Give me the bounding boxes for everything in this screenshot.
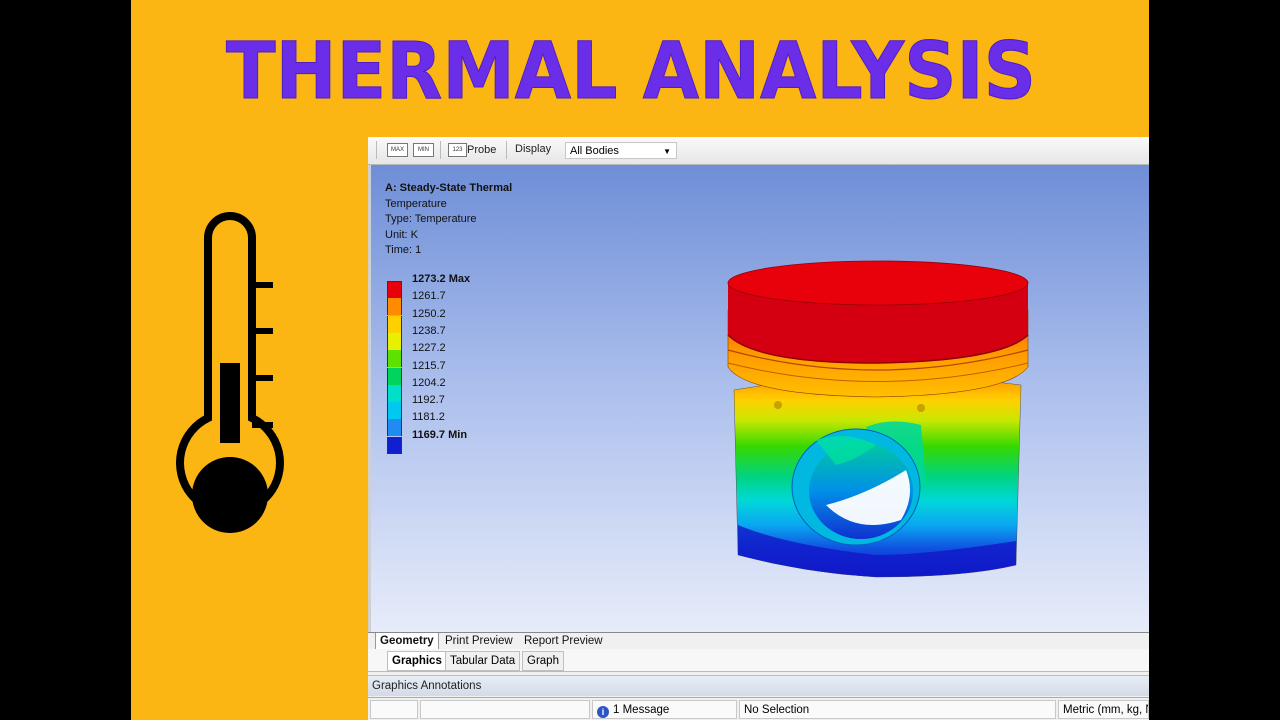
view-tabs: Geometry Print Preview Report Preview	[368, 632, 1149, 650]
legend-label[interactable]: 1215.7	[412, 360, 446, 372]
legend-label[interactable]: 1238.7	[412, 325, 446, 337]
max-toggle-button[interactable]: MAX	[387, 143, 408, 157]
legend-swatch	[387, 350, 402, 368]
piston-model[interactable]	[716, 255, 1046, 595]
display-dropdown-value: All Bodies	[570, 145, 619, 157]
legend-entry: 1273.2 Max	[387, 273, 507, 298]
legend-entry: 1227.2	[387, 342, 507, 368]
legend-swatch	[387, 384, 402, 402]
dropdown-arrow-icon: ▼	[663, 147, 671, 156]
status-bar: i 1 Message No Selection Metric (mm, kg, …	[368, 697, 1149, 720]
result-toolbar: MAX MIN 123 Probe Display All Bodies ▼	[368, 137, 1149, 165]
legend-swatch	[387, 281, 402, 298]
toolbar-separator	[440, 141, 441, 159]
legend-entry: 1192.7	[387, 394, 507, 420]
status-empty-cell	[370, 700, 418, 719]
thermometer-icon	[176, 212, 284, 533]
result-time: Time: 1	[385, 244, 422, 256]
info-icon: i	[597, 706, 609, 718]
messages-status[interactable]: i 1 Message	[592, 700, 737, 719]
legend-swatch	[387, 419, 402, 437]
status-empty-cell	[420, 700, 590, 719]
tab-print-preview[interactable]: Print Preview	[441, 633, 517, 649]
legend-entry: 1250.2	[387, 308, 507, 333]
legend-swatch	[387, 298, 402, 316]
legend-label[interactable]: 1169.7 Min	[412, 429, 467, 441]
result-type: Type: Temperature	[385, 213, 477, 225]
ansys-window: MAX MIN 123 Probe Display All Bodies ▼ A…	[368, 137, 1149, 720]
tab-report-preview[interactable]: Report Preview	[520, 633, 607, 649]
toolbar-separator	[506, 141, 507, 159]
probe-button[interactable]: Probe	[467, 142, 496, 158]
legend-entry: 1261.7	[387, 290, 507, 316]
graphics-annotations-header[interactable]: Graphics Annotations	[368, 675, 1149, 696]
min-toggle-button[interactable]: MIN	[413, 143, 434, 157]
legend-label[interactable]: 1250.2	[412, 308, 446, 320]
legend-label[interactable]: 1227.2	[412, 342, 446, 354]
display-label: Display	[515, 143, 552, 155]
legend-entry: 1215.7	[387, 360, 507, 385]
tab-graphics[interactable]: Graphics	[387, 651, 447, 671]
toolbar-separator	[376, 141, 377, 159]
legend-swatch	[387, 436, 402, 454]
tab-geometry[interactable]: Geometry	[375, 633, 439, 650]
banner-title: THERMAL ANALYSIS	[226, 27, 1037, 118]
tab-graph[interactable]: Graph	[522, 651, 564, 671]
tab-tabular-data[interactable]: Tabular Data	[445, 651, 521, 671]
graphics-viewport[interactable]: A: Steady-State Thermal Temperature Type…	[368, 165, 1149, 632]
banner-panel: THERMAL ANALYSIS MAX MIN 123 Probe Displ…	[131, 0, 1149, 720]
legend-label[interactable]: 1181.2	[412, 411, 445, 423]
messages-count: 1 Message	[613, 704, 670, 716]
legend-swatch	[387, 315, 402, 333]
legend-label[interactable]: 1273.2 Max	[412, 273, 470, 285]
analysis-title: A: Steady-State Thermal	[385, 182, 513, 194]
result-unit: Unit: K	[385, 228, 419, 241]
legend-label[interactable]: 1204.2	[412, 377, 446, 389]
legend-entry: 1169.7 Min	[387, 429, 507, 454]
legend-label[interactable]: 1261.7	[412, 290, 446, 302]
result-name: Temperature	[385, 197, 447, 210]
legend-swatch	[387, 332, 402, 350]
legend-entry: 1238.7	[387, 325, 507, 350]
display-dropdown[interactable]: All Bodies ▼	[565, 142, 677, 159]
result-info: A: Steady-State Thermal Temperature Type…	[385, 181, 512, 259]
legend-label[interactable]: 1192.7	[412, 394, 445, 406]
banner-title-text: THERMAL ANALYSIS	[226, 27, 1036, 117]
panel-tabs: Graphics Tabular Data Graph	[368, 649, 1149, 672]
selection-status: No Selection	[739, 700, 1056, 719]
units-status[interactable]: Metric (mm, kg, N	[1058, 700, 1149, 719]
legend-swatch	[387, 402, 402, 420]
legend-swatch	[387, 367, 402, 385]
legend-entry: 1204.2	[387, 377, 507, 402]
probe-icon: 123	[448, 143, 467, 157]
